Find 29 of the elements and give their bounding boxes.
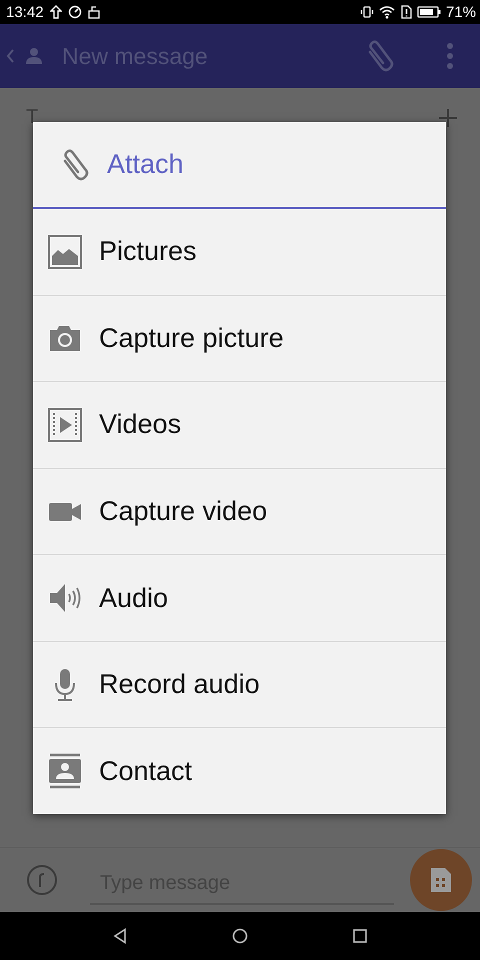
wifi-icon: [378, 5, 395, 19]
attach-option[interactable]: Audio: [33, 555, 446, 642]
sim-card-icon: [430, 867, 452, 893]
contact-card-icon: [47, 753, 83, 790]
timer-icon[interactable]: [26, 864, 58, 896]
back-nav-icon[interactable]: [112, 928, 127, 944]
briefcase-icon: [88, 5, 100, 19]
sim-alert-icon: [400, 5, 412, 19]
battery-level: 71%: [446, 4, 476, 20]
attach-option[interactable]: Pictures: [33, 209, 446, 296]
battery-icon: [416, 5, 441, 19]
dialog-title: Attach: [107, 149, 184, 180]
attach-option[interactable]: Capture video: [33, 468, 446, 556]
back-icon[interactable]: [6, 48, 14, 64]
add-icon[interactable]: [438, 108, 458, 128]
upload-icon: [50, 5, 62, 19]
home-nav-icon[interactable]: [232, 928, 248, 944]
attach-option[interactable]: Videos: [33, 382, 446, 469]
status-time: 13:42: [6, 4, 44, 20]
image-icon: [47, 234, 83, 270]
gauge-icon: [68, 5, 82, 19]
film-icon: [47, 406, 83, 443]
attach-option[interactable]: Capture picture: [33, 296, 446, 382]
recents-nav-icon[interactable]: [353, 929, 368, 943]
attach-option[interactable]: Contact: [33, 728, 446, 814]
vibrate-icon: [360, 5, 374, 19]
more-icon[interactable]: [446, 42, 454, 70]
person-icon: [24, 46, 44, 66]
attach-option[interactable]: Record audio: [33, 642, 446, 728]
